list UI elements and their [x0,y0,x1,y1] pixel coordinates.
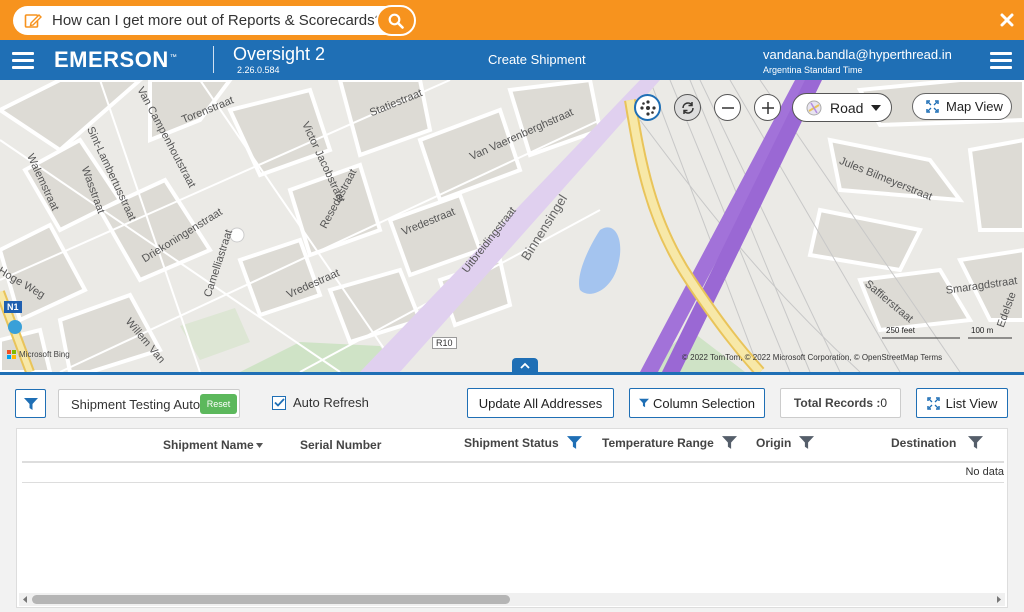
user-timezone: Argentina Standard Time [763,65,863,75]
filter-icon [639,398,650,408]
cluster-toggle-button[interactable] [634,94,661,121]
expand-icon [926,396,940,410]
check-icon [273,398,285,407]
map-view-label: Map View [946,99,1003,114]
grid-row-divider [22,482,1004,483]
zoom-in-button[interactable] [754,94,781,121]
help-search-button[interactable] [376,5,416,36]
map-style-label: Road [830,99,864,116]
emerson-logo: EMERSON™ [54,47,178,72]
total-records-value: 0 [880,396,888,410]
road-shield-n1: N1 [4,301,22,313]
user-menu-icon[interactable] [990,52,1012,69]
minus-icon [721,106,734,109]
search-icon [388,13,404,29]
column-shipment-status[interactable]: Shipment Status [464,435,582,450]
grid-header: Shipment Name Serial Number Shipment Sta… [22,429,1004,463]
filter-button[interactable] [15,389,46,418]
help-search-bar: How can I get more out of Reports & Scor… [0,0,1024,40]
scroll-right-icon[interactable] [994,595,1003,604]
edit-icon [24,13,42,28]
column-shipment-name[interactable]: Shipment Name [163,438,263,452]
column-destination[interactable]: Destination [891,435,984,450]
scrollbar-thumb[interactable] [32,595,510,604]
expand-icon [926,100,939,113]
column-serial-number[interactable]: Serial Number [300,438,381,452]
user-email: vandana.bandla@hyperthread.in [763,47,952,62]
app-header: EMERSON™ Oversight 2 2.26.0.584 Create S… [0,40,1024,80]
rotate-icon [681,101,694,114]
main-menu-icon[interactable] [12,52,34,69]
filter-icon[interactable] [799,435,815,450]
header-divider [213,46,214,73]
app-name: Oversight 2 [233,44,326,64]
close-icon[interactable] [1000,12,1014,28]
reset-filter-button[interactable]: Reset [200,394,237,414]
map-view-button[interactable]: Map View [912,93,1012,120]
scroll-left-icon[interactable] [21,595,30,604]
column-origin[interactable]: Origin [756,435,815,450]
collapse-map-button[interactable] [512,358,538,372]
horizontal-scrollbar[interactable] [19,593,1005,606]
sort-down-icon [255,442,263,448]
total-records-label: Total Records : [793,396,881,410]
column-selection-button[interactable]: Column Selection [629,388,765,418]
road-shield-r10: R10 [432,337,457,349]
map-style-dropdown[interactable]: Road [792,93,892,122]
microsoft-logo-icon [7,350,16,359]
filter-icon[interactable] [566,435,582,450]
caret-down-icon [871,104,882,111]
filter-icon [23,397,38,410]
update-all-addresses-button[interactable]: Update All Addresses [467,388,614,418]
help-search-question: How can I get more out of Reports & Scor… [52,12,383,29]
auto-refresh-checkbox[interactable] [272,395,286,410]
road-map-icon [806,100,822,115]
bing-logo: Microsoft Bing [7,350,70,359]
auto-refresh-toggle[interactable]: Auto Refresh [272,395,369,410]
app-version: 2.26.0.584 [237,65,280,75]
auto-refresh-label: Auto Refresh [293,395,369,410]
scale-meters: 100 m [971,326,994,335]
total-records: Total Records : 0 [780,388,901,418]
page-title: Create Shipment [488,52,586,67]
shipments-grid: Shipment Name Serial Number Shipment Sta… [16,428,1008,608]
shipment-map[interactable]: Van Campenhoutstraat Torenstraat Sint-La… [0,80,1024,372]
cluster-icon [639,99,656,116]
chevron-up-icon [520,362,530,369]
refresh-map-button[interactable] [674,94,701,121]
list-view-button[interactable]: List View [916,388,1008,418]
scale-feet: 250 feet [886,326,915,335]
saved-filter-field[interactable]: Shipment Testing Auto Reset [58,389,240,418]
no-data-message: No data [965,466,1004,478]
saved-filter-name: Shipment Testing Auto [71,397,201,412]
filter-icon[interactable] [968,435,984,450]
column-temperature-range[interactable]: Temperature Range [602,435,737,450]
filter-icon[interactable] [721,435,737,450]
plus-icon [761,101,774,114]
transit-icon [8,320,22,334]
help-search-input[interactable]: How can I get more out of Reports & Scor… [13,5,416,36]
map-attribution: © 2022 TomTom, © 2022 Microsoft Corporat… [682,353,943,362]
zoom-out-button[interactable] [714,94,741,121]
